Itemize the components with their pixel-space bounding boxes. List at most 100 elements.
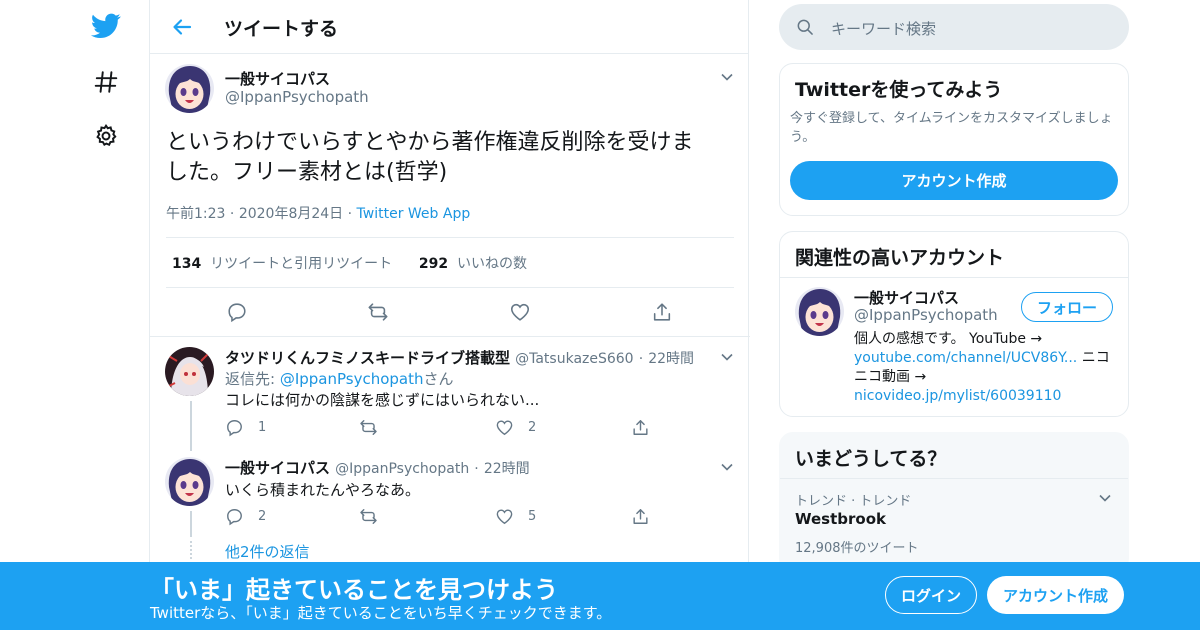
avatar[interactable] bbox=[165, 64, 214, 113]
share-action[interactable] bbox=[631, 507, 650, 526]
tweet-text-line: した。フリー素材とは(哲学) bbox=[166, 160, 448, 185]
trend-category: トレンド · トレンド bbox=[795, 494, 912, 509]
tweet-stats: 134 リツイートと引用リツイート 292 いいねの数 bbox=[172, 253, 527, 273]
reply-to: 返信先: @IppanPsychopathさん bbox=[225, 368, 454, 389]
signup-banner: 「いま」起きていることを見つけよう Twitterなら、「いま」起きていることを… bbox=[0, 562, 1200, 630]
meta-separator: · bbox=[229, 206, 239, 222]
thread-line bbox=[190, 401, 192, 451]
divider bbox=[780, 478, 1128, 479]
gear-icon[interactable] bbox=[90, 120, 122, 152]
avatar[interactable] bbox=[165, 457, 214, 506]
retweet-stat[interactable]: 134 リツイートと引用リツイート bbox=[172, 256, 392, 272]
reply-icon[interactable] bbox=[226, 301, 248, 323]
reply-action[interactable]: 1 bbox=[225, 418, 266, 437]
signup-card-description: 今すぐ登録して、タイムラインをカスタマイズしましょう。 bbox=[790, 111, 1113, 145]
like-action[interactable]: 5 bbox=[495, 507, 536, 526]
related-account-name[interactable]: 一般サイコパス bbox=[854, 287, 959, 308]
tweet-source-link[interactable]: Twitter Web App bbox=[357, 206, 471, 222]
tweet-meta: 午前1:23 · 2020年8月24日 · Twitter Web App bbox=[166, 203, 470, 223]
tweet-date[interactable]: 2020年8月24日 bbox=[239, 206, 343, 222]
reply-time[interactable]: 22時間 bbox=[648, 351, 694, 367]
meta-separator: · bbox=[638, 351, 644, 367]
reply-text: コレには何かの陰謀を感じずにはいられない... bbox=[225, 391, 540, 409]
retweet-count: 134 bbox=[172, 256, 202, 272]
like-count: 292 bbox=[418, 256, 449, 272]
chevron-down-icon[interactable] bbox=[720, 460, 734, 474]
create-account-button[interactable]: アカウント作成 bbox=[790, 161, 1118, 200]
avatar[interactable] bbox=[795, 287, 844, 336]
reply-to-prefix: 返信先: bbox=[225, 370, 280, 388]
reply-author-handle[interactable]: @IppanPsychopath bbox=[335, 461, 469, 477]
heart-icon bbox=[496, 420, 513, 436]
reply-author-name[interactable]: タツドリくんフミノスキードライブ搭載型 bbox=[225, 349, 510, 367]
share-action[interactable] bbox=[631, 418, 650, 437]
reply-header: タツドリくんフミノスキードライブ搭載型 @TatsukazeS660 · 22時… bbox=[225, 347, 694, 368]
search-box[interactable]: キーワード検索 bbox=[779, 4, 1129, 50]
thread-line bbox=[190, 511, 192, 537]
reply-time[interactable]: 22時間 bbox=[484, 461, 530, 477]
like-label: いいねの数 bbox=[456, 256, 527, 272]
retweet-action[interactable] bbox=[359, 418, 392, 437]
trend-topic[interactable]: Westbrook bbox=[795, 510, 886, 528]
search-icon bbox=[795, 17, 815, 37]
like-action[interactable]: 2 bbox=[495, 418, 536, 437]
author-name[interactable]: 一般サイコパス bbox=[225, 68, 330, 89]
twitter-bird-icon[interactable] bbox=[90, 10, 122, 42]
bio-text: 個人の感想です。 YouTube → bbox=[854, 331, 1043, 347]
reply-text: いくら積まれたんやろなあ。 bbox=[225, 481, 421, 499]
tweet-text: というわけでいらすとやから著作権違反削除を受けま した。フリー素材とは(哲学) bbox=[166, 128, 736, 188]
follow-button[interactable]: フォロー bbox=[1021, 292, 1113, 322]
page-title: ツイートする bbox=[224, 18, 339, 40]
bio-text: ニコ bbox=[1077, 350, 1110, 366]
reply-icon bbox=[227, 509, 242, 526]
chevron-down-icon[interactable] bbox=[1098, 491, 1112, 505]
login-button[interactable]: ログイン bbox=[885, 576, 977, 614]
like-count: 2 bbox=[528, 420, 537, 435]
back-arrow-icon[interactable] bbox=[170, 15, 194, 39]
reply-count: 1 bbox=[258, 420, 267, 435]
divider bbox=[166, 237, 734, 238]
page-header: ツイートする bbox=[150, 0, 748, 54]
bio-youtube-link[interactable]: youtube.com/channel/UCV86Y... bbox=[854, 350, 1077, 366]
author-handle[interactable]: @IppanPsychopath bbox=[225, 88, 369, 106]
chevron-down-icon[interactable] bbox=[720, 70, 734, 84]
like-stat[interactable]: 292 いいねの数 bbox=[419, 256, 527, 272]
hashtag-icon[interactable] bbox=[90, 66, 122, 98]
banner-create-account-button[interactable]: アカウント作成 bbox=[987, 576, 1124, 614]
heart-icon[interactable] bbox=[509, 301, 531, 323]
related-account-bio: 個人の感想です。 YouTube → youtube.com/channel/U… bbox=[854, 330, 1119, 406]
share-icon[interactable] bbox=[651, 301, 673, 323]
meta-separator: · bbox=[347, 206, 357, 222]
divider bbox=[166, 287, 734, 288]
related-account-handle[interactable]: @IppanPsychopath bbox=[854, 306, 998, 324]
divider bbox=[780, 277, 1128, 278]
share-icon bbox=[633, 420, 648, 435]
reply-header: 一般サイコパス @IppanPsychopath · 22時間 bbox=[225, 457, 530, 478]
tweet-detail-column: ツイートする 一般サイコパス @IppanPsychopath というわけでいら… bbox=[149, 0, 750, 630]
more-replies-link[interactable]: 他2件の返信 bbox=[225, 541, 310, 562]
retweet-icon bbox=[360, 509, 377, 524]
retweet-icon[interactable] bbox=[367, 301, 389, 323]
trend-count: 12,908件のツイート bbox=[795, 541, 919, 556]
tweet-time[interactable]: 午前1:23 bbox=[166, 206, 225, 222]
reply-author-handle[interactable]: @TatsukazeS660 bbox=[515, 351, 633, 367]
share-icon bbox=[633, 509, 648, 524]
search-input[interactable]: キーワード検索 bbox=[831, 18, 936, 39]
reply-author-name[interactable]: 一般サイコパス bbox=[225, 459, 330, 477]
avatar[interactable] bbox=[165, 347, 214, 396]
thread-dots bbox=[190, 541, 192, 559]
reply-to-link[interactable]: @IppanPsychopath bbox=[280, 370, 424, 388]
trends-card: いまどうしてる？ トレンド · トレンド Westbrook 12,908件のツ… bbox=[779, 432, 1129, 572]
meta-separator: · bbox=[474, 461, 479, 477]
bio-text: ニコ動画 → bbox=[854, 369, 927, 385]
retweet-action[interactable] bbox=[359, 507, 392, 526]
reply-action[interactable]: 2 bbox=[225, 507, 266, 526]
bio-nicovideo-link[interactable]: nicovideo.jp/mylist/60039110 bbox=[854, 387, 1119, 406]
banner-subtitle: Twitterなら、「いま」起きていることをいち早くチェックできます。 bbox=[150, 604, 612, 622]
chevron-down-icon[interactable] bbox=[720, 350, 734, 364]
banner-title: 「いま」起きていることを見つけよう bbox=[150, 576, 558, 604]
divider bbox=[150, 336, 750, 337]
like-count: 5 bbox=[528, 509, 537, 524]
signup-card: Twitterを使ってみよう 今すぐ登録して、タイムラインをカスタマイズしましょ… bbox=[779, 63, 1129, 216]
retweet-icon bbox=[360, 420, 377, 435]
